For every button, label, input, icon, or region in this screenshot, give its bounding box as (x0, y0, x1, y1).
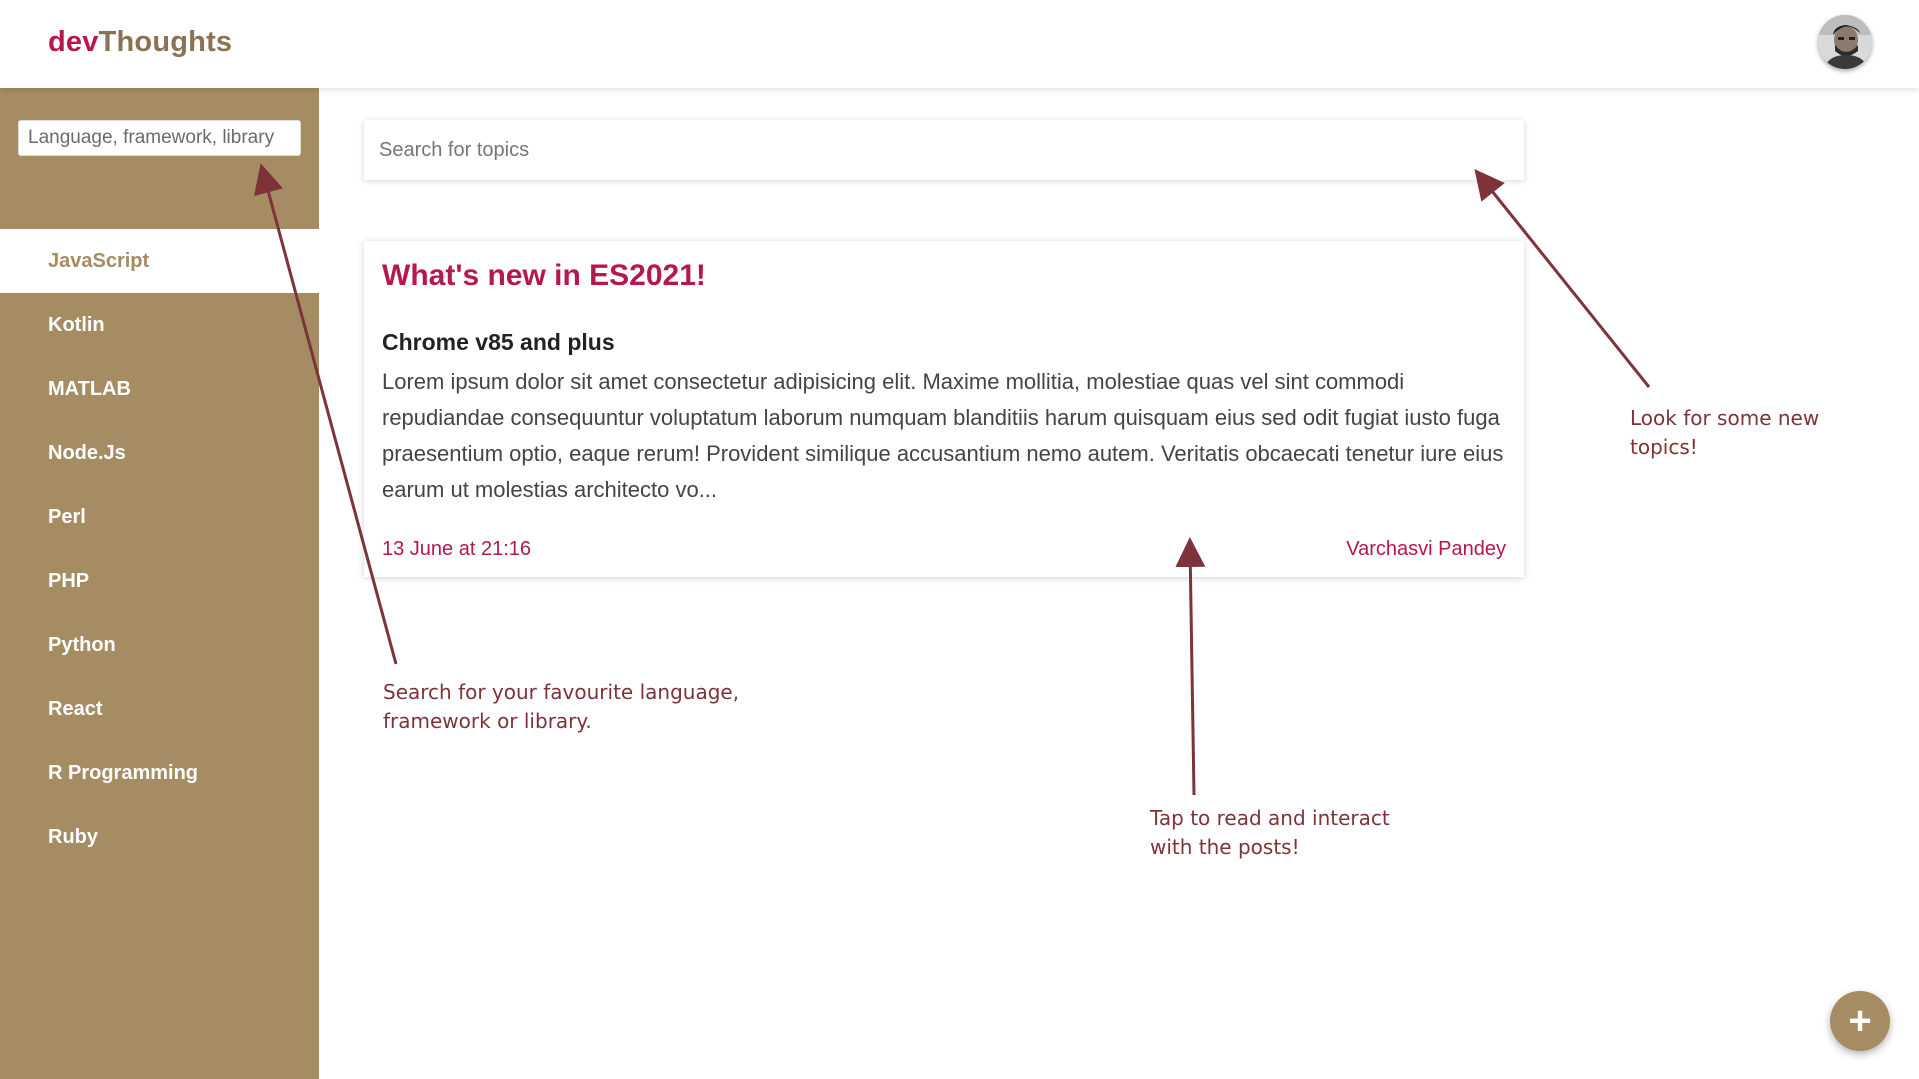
sidebar-item-r-programming[interactable]: R Programming (0, 741, 319, 805)
sidebar-item-javascript[interactable]: JavaScript (0, 229, 319, 293)
add-post-button[interactable]: + (1830, 991, 1890, 1051)
sidebar-item-matlab[interactable]: MATLAB (0, 357, 319, 421)
logo-thoughts: Thoughts (98, 26, 233, 58)
app-logo[interactable]: devThoughts (48, 26, 232, 59)
sidebar-item-nodejs[interactable]: Node.Js (0, 421, 319, 485)
topic-search-input[interactable] (364, 120, 1524, 180)
plus-icon: + (1848, 999, 1872, 1043)
arrow-to-post-card (1175, 537, 1206, 796)
app-header: devThoughts (0, 0, 1919, 88)
annotation-posts-line2: with the posts! (1150, 835, 1300, 859)
annotation-topics-line2: topics! (1630, 435, 1698, 459)
post-date: 13 June at 21:16 (382, 538, 532, 560)
sidebar-item-ruby[interactable]: Ruby (0, 805, 319, 869)
post-excerpt: Lorem ipsum dolor sit amet consectetur a… (382, 369, 1504, 502)
annotation-posts: Tap to read and interact with the posts! (1150, 804, 1390, 862)
sidebar-item-php[interactable]: PHP (0, 549, 319, 613)
post-author[interactable]: Varchasvi Pandey (1346, 538, 1506, 561)
sidebar-item-kotlin[interactable]: Kotlin (0, 293, 319, 357)
sidebar-item-perl[interactable]: Perl (0, 485, 319, 549)
post-title[interactable]: What's new in ES2021! (382, 259, 706, 293)
logo-dev: dev (48, 26, 99, 58)
annotation-sidebar-search-line1: Search for your favourite language, (383, 680, 740, 704)
language-nav: JavaScript Kotlin MATLAB Node.Js Perl PH… (0, 229, 319, 869)
language-search-input[interactable] (18, 120, 301, 156)
post-subtitle: Chrome v85 and plus (382, 329, 615, 355)
sidebar-item-react[interactable]: React (0, 677, 319, 741)
post-card[interactable]: What's new in ES2021! Chrome v85 and plu… (364, 241, 1524, 577)
annotation-topics-line1: Look for some new (1630, 406, 1820, 430)
annotation-sidebar-search: Search for your favourite language, fram… (383, 678, 739, 736)
annotation-sidebar-search-line2: framework or library. (383, 709, 592, 733)
app-page: devThoughts JavaScript Kotlin MATLAB Nod… (0, 0, 1919, 1079)
sidebar: JavaScript Kotlin MATLAB Node.Js Perl PH… (0, 88, 319, 1079)
annotation-topics: Look for some new topics! (1630, 404, 1819, 462)
avatar-icon (1818, 15, 1872, 69)
user-avatar[interactable] (1818, 15, 1872, 69)
sidebar-item-python[interactable]: Python (0, 613, 319, 677)
annotation-posts-line1: Tap to read and interact (1150, 806, 1390, 830)
